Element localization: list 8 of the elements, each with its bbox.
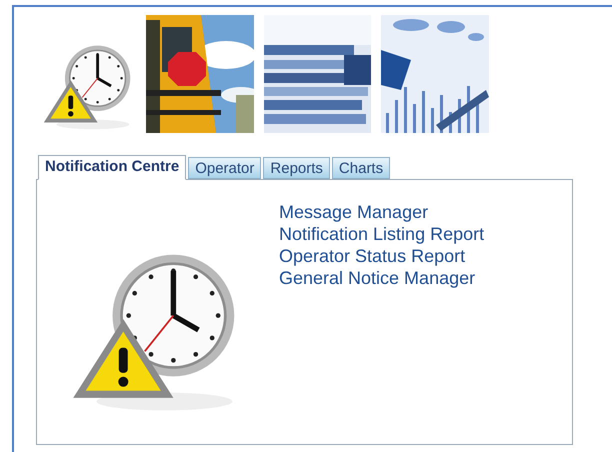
menu-link[interactable]: Notification Listing Report	[279, 223, 484, 245]
menu-link[interactable]: General Notice Manager	[279, 267, 484, 289]
tab[interactable]: Operator	[188, 157, 262, 179]
tab[interactable]: Charts	[332, 157, 390, 179]
tab[interactable]: Reports	[263, 157, 330, 179]
menu-link[interactable]: Operator Status Report	[279, 245, 484, 267]
tab[interactable]: Notification Centre	[38, 155, 186, 180]
menu-link[interactable]: Message Manager	[279, 201, 484, 223]
